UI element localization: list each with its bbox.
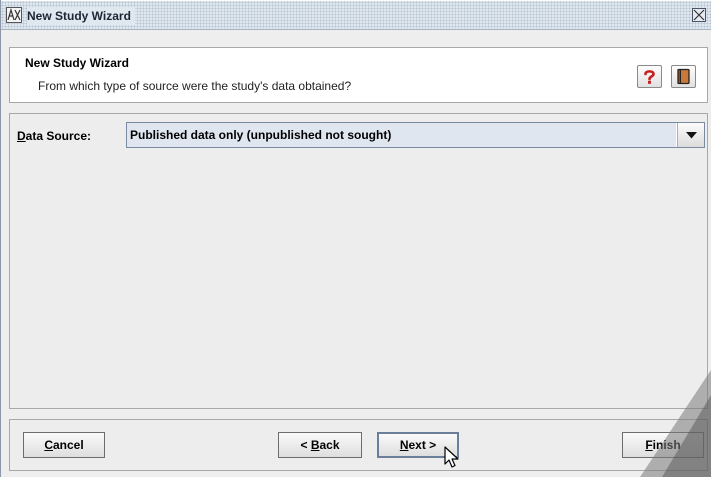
finish-button[interactable]: Finish — [622, 432, 704, 458]
data-source-value: Published data only (unpublished not sou… — [127, 123, 676, 147]
manual-button[interactable] — [671, 65, 696, 88]
header-title: New Study Wizard — [25, 56, 129, 70]
cancel-button[interactable]: Cancel — [23, 432, 105, 458]
wizard-header: New Study Wizard From which type of sour… — [9, 47, 708, 103]
next-button[interactable]: Next > — [377, 432, 459, 458]
window-title: New Study Wizard — [27, 7, 135, 25]
data-source-label: Data Source: — [17, 129, 92, 143]
book-icon — [677, 68, 690, 85]
combo-arrow-button[interactable] — [677, 123, 704, 147]
back-button[interactable]: < Back — [278, 432, 362, 458]
close-icon — [693, 9, 705, 21]
app-icon — [6, 7, 22, 23]
title-bar[interactable]: New Study Wizard — [1, 0, 711, 30]
help-button[interactable] — [637, 65, 662, 88]
close-button[interactable] — [692, 8, 706, 22]
chevron-down-icon — [686, 132, 697, 139]
content-panel: Data Source: Published data only (unpubl… — [9, 113, 708, 409]
header-subtitle: From which type of source were the study… — [38, 79, 352, 93]
data-source-combo[interactable]: Published data only (unpublished not sou… — [126, 122, 705, 148]
wizard-window: New Study Wizard New Study Wizard From w… — [0, 0, 711, 477]
button-bar: Cancel < Back Next > Finish — [9, 419, 708, 471]
question-mark-icon — [644, 70, 655, 84]
